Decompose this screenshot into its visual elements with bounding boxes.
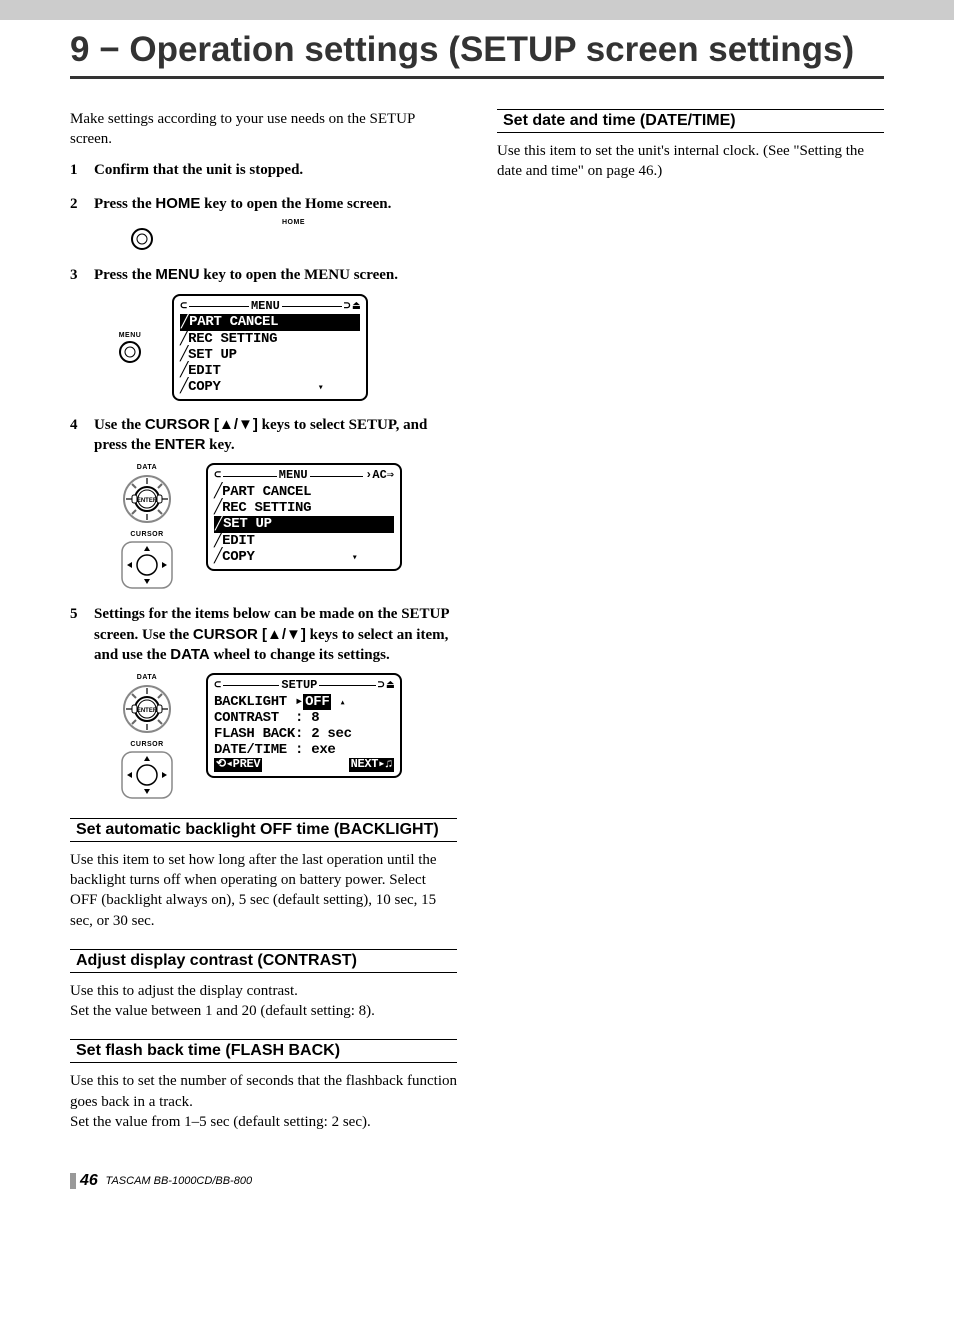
data-wheel-icon: ENTER [118,474,176,524]
step-5: Settings for the items below can be made… [70,604,457,800]
lcd-menu-screen-2: ⊂MENU›AC⇒ ╱PART CANCEL ╱REC SETTING ╱SET… [206,463,402,570]
lcd3-row-backlight: BACKLIGHT ▸OFF ▴ [214,694,394,710]
section-datetime: Set date and time (DATE/TIME) [497,109,884,133]
chapter-title: 9 − Operation settings (SETUP screen set… [70,30,884,70]
section-contrast: Adjust display contrast (CONTRAST) [70,949,457,973]
cursor-pad-icon [118,540,176,590]
svg-text:ENTER: ENTER [137,708,158,714]
step-2: Press the HOME key to open the Home scre… [70,194,457,252]
round-button-icon [130,227,154,251]
home-key-text: HOME [155,195,200,212]
right-column: Set date and time (DATE/TIME) Use this i… [497,109,884,1190]
step-2-text-b: key to open the Home screen. [200,196,391,212]
enter-key-text: ENTER [155,436,206,453]
lcd2-row-2: ╱SET UP [214,516,394,532]
menu-button-icon: MENU [118,331,142,364]
lcd-menu-screen-1: ⊂MENU⊃⏏ ╱PART CANCEL ╱REC SETTING ╱SET U… [172,294,368,401]
lcd1-status-icon: ⏏ [353,300,360,314]
section-datetime-heading: Set date and time (DATE/TIME) [497,112,884,130]
step-4: Use the CURSOR [▲/▼] keys to select SETU… [70,415,457,590]
step-1: Confirm that the unit is stopped. [70,160,457,180]
section-flashback: Set flash back time (FLASH BACK) [70,1039,457,1063]
step-2-text-a: Press the [94,196,155,212]
step-4-text-c: key. [205,437,234,453]
step-3: Press the MENU key to open the MENU scre… [70,265,457,401]
round-button-icon [118,340,142,364]
lcd2-row-3: ╱EDIT [214,533,394,549]
lcd2-status-icon: ›AC⇒ [365,469,394,483]
top-gray-bar [0,0,954,20]
footer-model: TASCAM BB-1000CD/BB-800 [106,1175,253,1187]
cursor-pad-label: CURSOR [118,530,176,539]
page-footer: 46 TASCAM BB-1000CD/BB-800 [70,1172,457,1190]
section-backlight-heading: Set automatic backlight OFF time (BACKLI… [70,821,457,839]
step-5-text-c: wheel to change its settings. [210,647,390,663]
svg-text:ENTER: ENTER [137,498,158,504]
section-flashback-body1: Use this to set the number of seconds th… [70,1071,457,1112]
data-cursor-controls: DATA ENTER [118,463,176,590]
data-wheel-icon: ENTER [118,684,176,734]
section-flashback-body2: Set the value from 1–5 sec (default sett… [70,1112,457,1132]
cursor-pad-icon [118,750,176,800]
lcd2-row-1: ╱REC SETTING [214,500,394,516]
menu-button-label: MENU [118,331,142,340]
section-datetime-body: Use this item to set the unit's internal… [497,141,884,182]
cursor-key-text-2: CURSOR [▲/▼] [193,626,306,643]
section-backlight-body: Use this item to set how long after the … [70,850,457,931]
section-contrast-body2: Set the value between 1 and 20 (default … [70,1001,457,1021]
menu-key-text: MENU [155,266,199,283]
data-cursor-controls-2: DATA ENTER [118,673,176,800]
lcd1-row-1: ╱REC SETTING [180,331,360,347]
lcd1-row-2: ╱SET UP [180,347,360,363]
lcd3-title: SETUP [281,679,317,693]
lcd1-title: MENU [251,300,280,314]
lcd3-next: NEXT▸♫ [349,758,394,772]
section-flashback-heading: Set flash back time (FLASH BACK) [70,1042,457,1060]
data-wheel-label-2: DATA [118,673,176,682]
home-button-icon: HOME [130,218,457,251]
lcd3-status-icon: ⏏ [387,679,394,693]
cursor-pad-label-2: CURSOR [118,740,176,749]
lcd-setup-screen: ⊂SETUP⊃⏏ BACKLIGHT ▸OFF ▴ CONTRAST : 8 F… [206,673,402,778]
data-key-text: DATA [170,646,209,663]
lcd1-row-4: ╱COPY ▾ [180,379,360,395]
lcd1-row-3: ╱EDIT [180,363,360,379]
lcd2-row-4: ╱COPY ▾ [214,549,394,565]
title-underline [70,76,884,79]
lcd3-row-datetime: DATE/TIME : exe [214,742,394,758]
home-button-label: HOME [130,218,457,227]
section-contrast-body1: Use this to adjust the display contrast. [70,981,457,1001]
section-backlight: Set automatic backlight OFF time (BACKLI… [70,818,457,842]
lcd2-title: MENU [279,469,308,483]
lcd2-row-0: ╱PART CANCEL [214,484,394,500]
intro-text: Make settings according to your use need… [70,109,457,150]
step-4-text-a: Use the [94,417,145,433]
lcd3-row-contrast: CONTRAST : 8 [214,710,394,726]
lcd3-row-flashback: FLASH BACK: 2 sec [214,726,394,742]
left-column: Make settings according to your use need… [70,109,457,1190]
lcd1-row-0: ╱PART CANCEL [180,314,360,330]
cursor-key-text: CURSOR [▲/▼] [145,416,258,433]
section-contrast-heading: Adjust display contrast (CONTRAST) [70,952,457,970]
data-wheel-label: DATA [118,463,176,472]
lcd3-prev: ⟲◂PREV [214,758,262,772]
step-3-text-b: key to open the MENU screen. [200,267,398,283]
step-3-text-a: Press the [94,267,155,283]
page-number: 46 [80,1172,98,1189]
